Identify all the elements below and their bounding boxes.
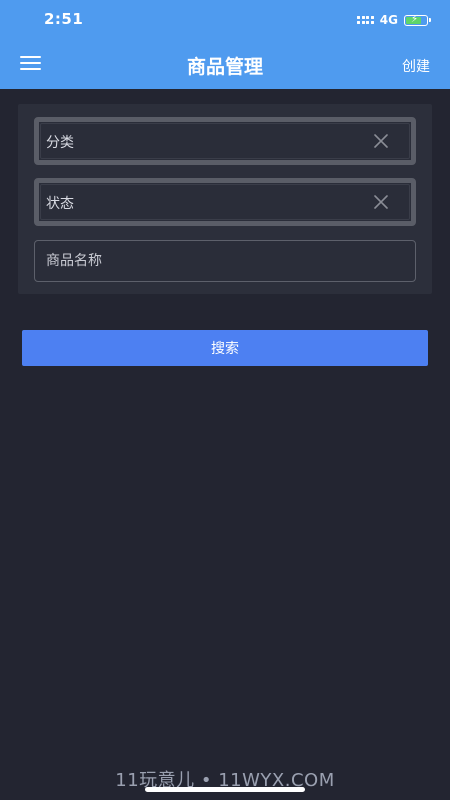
charging-icon: ⚡: [411, 13, 419, 25]
create-button[interactable]: 创建: [402, 56, 430, 76]
status-indicators: 4G ⚡: [357, 12, 431, 28]
status-bar: 2:51 4G ⚡: [0, 0, 450, 40]
status-time: 2:51: [44, 10, 84, 28]
network-type: 4G: [379, 13, 398, 27]
status-select[interactable]: 状态: [34, 178, 416, 226]
nav-bar: 商品管理 创建: [0, 40, 450, 89]
signal-icon: [357, 16, 374, 24]
search-button[interactable]: 搜索: [22, 330, 428, 366]
app-header: 2:51 4G ⚡ 商品管理 创建: [0, 0, 450, 89]
product-name-field: [34, 240, 416, 282]
status-label: 状态: [46, 196, 74, 212]
product-name-input[interactable]: [35, 241, 415, 281]
battery-icon: ⚡: [404, 13, 431, 26]
category-clear-icon[interactable]: [371, 131, 391, 151]
category-label: 分类: [46, 135, 74, 151]
page-title: 商品管理: [186, 56, 263, 78]
category-select[interactable]: 分类: [34, 117, 416, 165]
filter-panel: 分类 状态: [18, 104, 432, 294]
status-clear-icon[interactable]: [371, 192, 391, 212]
home-indicator: [145, 787, 305, 792]
